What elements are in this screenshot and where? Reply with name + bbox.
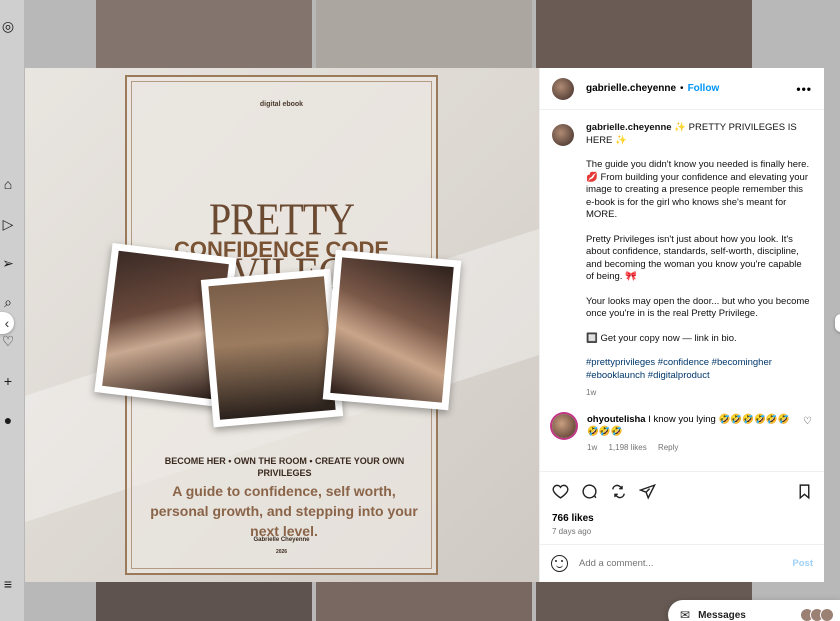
post-actions [540, 471, 824, 511]
post-caption: gabrielle.cheyenne ✨ PRETTY PRIVILEGES I… [552, 122, 812, 400]
like-heart-icon[interactable] [551, 483, 569, 501]
post-header: gabrielle.cheyenne • Follow ••• [540, 68, 824, 110]
hashtags[interactable]: #prettyprivileges #confidence #becomingh… [586, 357, 812, 382]
like-count[interactable]: 766 likes [540, 511, 824, 524]
avatar[interactable] [552, 413, 576, 438]
more-options-icon[interactable]: ••• [796, 82, 812, 96]
post-timestamp[interactable]: 7 days ago [540, 524, 824, 544]
post-modal: digital ebook PRETTY PRIVILEGES CONFIDEN… [25, 68, 824, 582]
post-media[interactable]: digital ebook PRETTY PRIVILEGES CONFIDEN… [25, 68, 539, 582]
emoji-icon[interactable] [551, 555, 568, 572]
ebook-author: Gabrielle Cheyenne [253, 537, 310, 543]
comment-input[interactable] [579, 558, 793, 569]
avatar [820, 608, 834, 621]
messages-button[interactable]: ✉ Messages [668, 600, 840, 621]
avatar[interactable] [552, 77, 574, 100]
post-comment-button[interactable]: Post [792, 558, 813, 569]
cover-photo [322, 249, 462, 411]
next-post-button[interactable] [835, 314, 840, 332]
caption-timestamp[interactable]: 1w [586, 387, 812, 400]
messages-label: Messages [698, 609, 746, 621]
post-side-panel: gabrielle.cheyenne • Follow ••• gabriell… [539, 68, 824, 582]
comment-likes[interactable]: 1,198 likes [608, 443, 646, 452]
caption-paragraph: 🔲 Get your copy now — link in bio. [586, 332, 737, 344]
comment-time[interactable]: 1w [587, 443, 597, 452]
messenger-icon: ✉ [680, 608, 691, 621]
bookmark-icon[interactable] [795, 483, 813, 501]
ebook-tagline: BECOME HER • OWN THE ROOM • CREATE YOUR … [164, 456, 405, 478]
add-comment-bar: Post [540, 544, 824, 582]
repost-icon[interactable] [609, 483, 627, 501]
share-icon[interactable] [638, 483, 656, 501]
comments-section[interactable]: gabrielle.cheyenne ✨ PRETTY PRIVILEGES I… [540, 110, 824, 471]
comment-icon[interactable] [580, 483, 598, 501]
separator-dot: • [680, 83, 684, 94]
comment-username[interactable]: ohyoutelisha [587, 414, 646, 425]
cover-photo [200, 268, 344, 428]
avatar[interactable] [552, 124, 574, 146]
comment-item: ohyoutelisha I know you lying 🤣🤣🤣🤣🤣🤣🤣🤣🤣 … [552, 413, 812, 454]
reply-button[interactable]: Reply [658, 443, 678, 452]
post-username[interactable]: gabrielle.cheyenne [586, 83, 676, 94]
caption-paragraph: Your looks may open the door... but who … [586, 295, 810, 320]
caption-paragraph: The guide you didn't know you needed is … [586, 159, 810, 220]
like-comment-icon[interactable]: ♡ [803, 416, 812, 454]
ebook-tag: digital ebook [259, 101, 304, 108]
ebook-year: 2026 [275, 549, 288, 555]
ebook-description: A guide to confidence, self worth, perso… [150, 483, 418, 539]
follow-button[interactable]: Follow [688, 83, 720, 94]
caption-paragraph: Pretty Privileges isn't just about how y… [586, 233, 802, 283]
caption-username[interactable]: gabrielle.cheyenne [586, 122, 672, 133]
